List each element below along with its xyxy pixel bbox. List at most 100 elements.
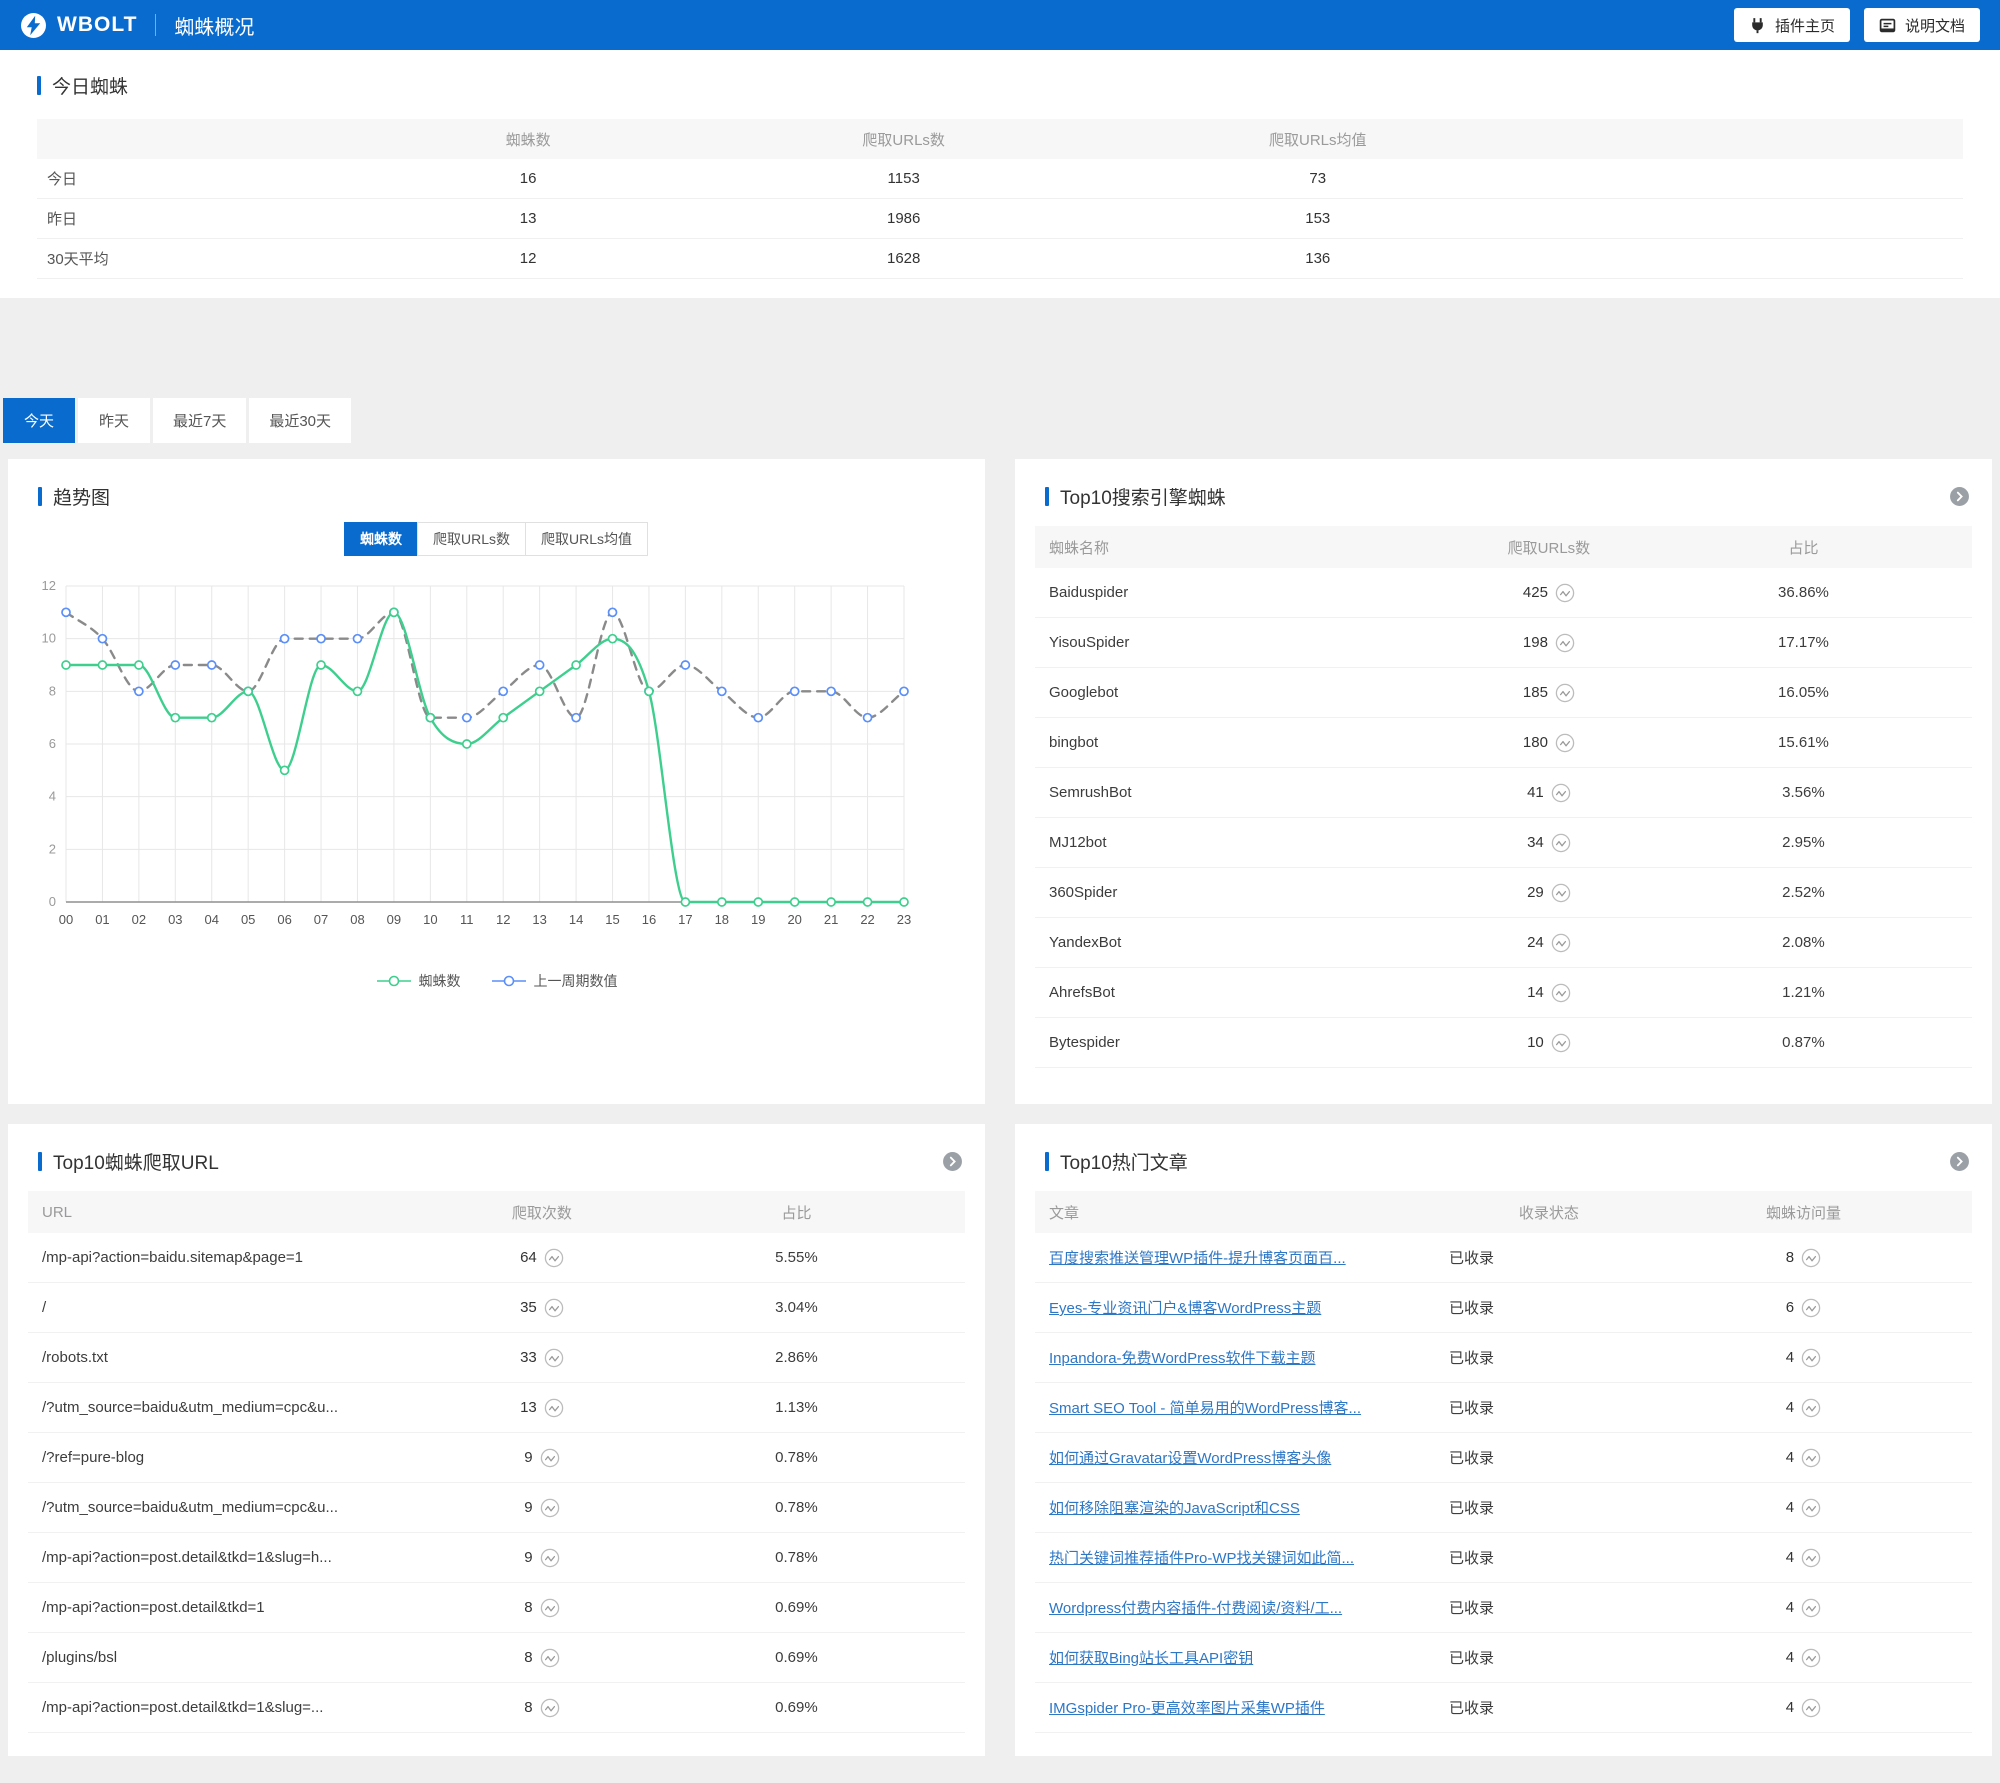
percent: 0.69% xyxy=(642,1599,951,1616)
table-row: IMGspider Pro-更高效率图片采集WP插件 已收录 4 xyxy=(1035,1683,1972,1733)
trend-icon[interactable] xyxy=(1551,783,1571,803)
trend-icon[interactable] xyxy=(1551,983,1571,1003)
index-status: 已收录 xyxy=(1449,1397,1649,1418)
post-link[interactable]: IMGspider Pro-更高效率图片采集WP插件 xyxy=(1049,1700,1325,1717)
trend-icon[interactable] xyxy=(1555,733,1575,753)
top-spiders-card: Top10搜索引擎蜘蛛 蜘蛛名称 爬取URLs数 占比 Baiduspider4… xyxy=(1015,459,1992,1104)
plug-icon xyxy=(1749,17,1766,34)
percent: 0.69% xyxy=(642,1649,951,1666)
table-row: /?utm_source=baidu&utm_medium=cpc&u...90… xyxy=(28,1483,965,1533)
tab-yesterday[interactable]: 昨天 xyxy=(78,398,150,443)
crawl-times: 33 xyxy=(520,1349,537,1366)
crawl-times: 8 xyxy=(524,1699,532,1716)
trend-icon[interactable] xyxy=(1555,633,1575,653)
legend-item[interactable]: 蜘蛛数 xyxy=(376,971,461,991)
wbolt-logo-icon xyxy=(20,12,47,39)
spider-name: MJ12bot xyxy=(1049,834,1449,851)
trend-icon[interactable] xyxy=(544,1398,564,1418)
chevron-right-icon[interactable] xyxy=(1949,486,1970,507)
trend-icon[interactable] xyxy=(1551,833,1571,853)
svg-text:10: 10 xyxy=(42,631,56,646)
post-link[interactable]: 百度搜索推送管理WP插件-提升博客页面百... xyxy=(1049,1250,1346,1267)
spider-visits: 4 xyxy=(1786,1449,1794,1466)
svg-text:08: 08 xyxy=(350,912,364,927)
percent: 3.04% xyxy=(642,1299,951,1316)
spider-visits: 4 xyxy=(1786,1649,1794,1666)
trend-chart[interactable]: 0246810120001020304050607080910111213141… xyxy=(30,572,985,967)
trend-icon[interactable] xyxy=(1801,1648,1821,1668)
trend-icon[interactable] xyxy=(540,1698,560,1718)
trend-icon[interactable] xyxy=(540,1448,560,1468)
trend-icon[interactable] xyxy=(544,1298,564,1318)
index-status: 已收录 xyxy=(1449,1697,1649,1718)
trend-icon[interactable] xyxy=(544,1248,564,1268)
tab-last-30-days[interactable]: 最近30天 xyxy=(249,398,351,443)
document-icon xyxy=(1879,17,1896,34)
table-row: Baiduspider42536.86% xyxy=(1035,568,1972,618)
chevron-right-icon[interactable] xyxy=(942,1151,963,1172)
post-link[interactable]: Eyes-专业资讯门户&博客WordPress主题 xyxy=(1049,1300,1321,1317)
brand-name: WBOLT xyxy=(57,13,137,37)
table-row: 如何获取Bing站长工具API密钥已收录4 xyxy=(1035,1633,1972,1683)
post-link[interactable]: 如何获取Bing站长工具API密钥 xyxy=(1049,1650,1253,1667)
svg-text:4: 4 xyxy=(49,789,56,804)
trend-icon[interactable] xyxy=(540,1548,560,1568)
metric-tab-crawled-urls-avg[interactable]: 爬取URLs均值 xyxy=(525,522,648,556)
post-link[interactable]: Smart SEO Tool - 简单易用的WordPress博客... xyxy=(1049,1400,1361,1417)
trend-icon[interactable] xyxy=(540,1498,560,1518)
crawl-times: 9 xyxy=(524,1449,532,1466)
metric-tab-spider-count[interactable]: 蜘蛛数 xyxy=(344,522,418,556)
svg-text:18: 18 xyxy=(715,912,729,927)
trend-icon[interactable] xyxy=(1801,1448,1821,1468)
tab-last-7-days[interactable]: 最近7天 xyxy=(153,398,246,443)
chevron-right-icon[interactable] xyxy=(1949,1151,1970,1172)
plugin-home-button[interactable]: 插件主页 xyxy=(1734,8,1850,42)
post-link[interactable]: Wordpress付费内容插件-付费阅读/资料/工... xyxy=(1049,1600,1342,1617)
chart-legend: 蜘蛛数 上一周期数值 xyxy=(8,971,985,991)
top-spiders-table: 蜘蛛名称 爬取URLs数 占比 Baiduspider42536.86% Yis… xyxy=(1035,526,1972,1068)
crawl-times: 8 xyxy=(524,1599,532,1616)
trend-icon[interactable] xyxy=(1551,883,1571,903)
post-link[interactable]: 热门关键词推荐插件Pro-WP找关键词如此简... xyxy=(1049,1550,1354,1567)
today-spiders-section: 今日蜘蛛 蜘蛛数 爬取URLs数 爬取URLs均值 今日 16 1153 73 … xyxy=(0,50,2000,298)
table-row: Bytespider100.87% xyxy=(1035,1018,1972,1068)
crawl-count: 180 xyxy=(1523,734,1548,751)
post-link[interactable]: Inpandora-免费WordPress软件下载主题 xyxy=(1049,1350,1315,1367)
post-link[interactable]: 如何通过Gravatar设置WordPress博客头像 xyxy=(1049,1450,1331,1467)
crawled-urls-avg: 136 xyxy=(1058,250,1578,267)
trend-icon[interactable] xyxy=(1801,1398,1821,1418)
crawl-count: 10 xyxy=(1527,1034,1544,1051)
trend-icon[interactable] xyxy=(1555,583,1575,603)
trend-icon[interactable] xyxy=(1801,1548,1821,1568)
trend-icon[interactable] xyxy=(1801,1348,1821,1368)
table-row: /mp-api?action=post.detail&tkd=180.69% xyxy=(28,1583,965,1633)
svg-text:6: 6 xyxy=(49,736,56,751)
table-row: Smart SEO Tool - 简单易用的WordPress博客...已收录4 xyxy=(1035,1383,1972,1433)
table-row: 百度搜索推送管理WP插件-提升博客页面百...已收录8 xyxy=(1035,1233,1972,1283)
spider-name: bingbot xyxy=(1049,734,1449,751)
today-table: 蜘蛛数 爬取URLs数 爬取URLs均值 今日 16 1153 73 昨日 13… xyxy=(37,119,1963,279)
post-link[interactable]: 如何移除阻塞渲染的JavaScript和CSS xyxy=(1049,1500,1300,1517)
spider-name: Googlebot xyxy=(1049,684,1449,701)
trend-icon[interactable] xyxy=(1801,1248,1821,1268)
trend-icon[interactable] xyxy=(540,1598,560,1618)
tab-today[interactable]: 今天 xyxy=(3,398,75,443)
docs-button[interactable]: 说明文档 xyxy=(1864,8,1980,42)
trend-icon[interactable] xyxy=(544,1348,564,1368)
svg-text:20: 20 xyxy=(787,912,801,927)
svg-text:19: 19 xyxy=(751,912,765,927)
trend-icon[interactable] xyxy=(1801,1598,1821,1618)
col-spider-count: 蜘蛛数 xyxy=(307,129,750,150)
trend-icon[interactable] xyxy=(1801,1298,1821,1318)
trend-icon[interactable] xyxy=(1801,1698,1821,1718)
trend-icon[interactable] xyxy=(540,1648,560,1668)
trend-icon[interactable] xyxy=(1551,933,1571,953)
trend-icon[interactable] xyxy=(1551,1033,1571,1053)
metric-tab-crawled-urls[interactable]: 爬取URLs数 xyxy=(417,522,526,556)
legend-item[interactable]: 上一周期数值 xyxy=(491,971,618,991)
trend-icon[interactable] xyxy=(1555,683,1575,703)
docs-label: 说明文档 xyxy=(1905,15,1965,36)
trend-icon[interactable] xyxy=(1801,1498,1821,1518)
crawl-count: 29 xyxy=(1527,884,1544,901)
spider-visits: 4 xyxy=(1786,1699,1794,1716)
